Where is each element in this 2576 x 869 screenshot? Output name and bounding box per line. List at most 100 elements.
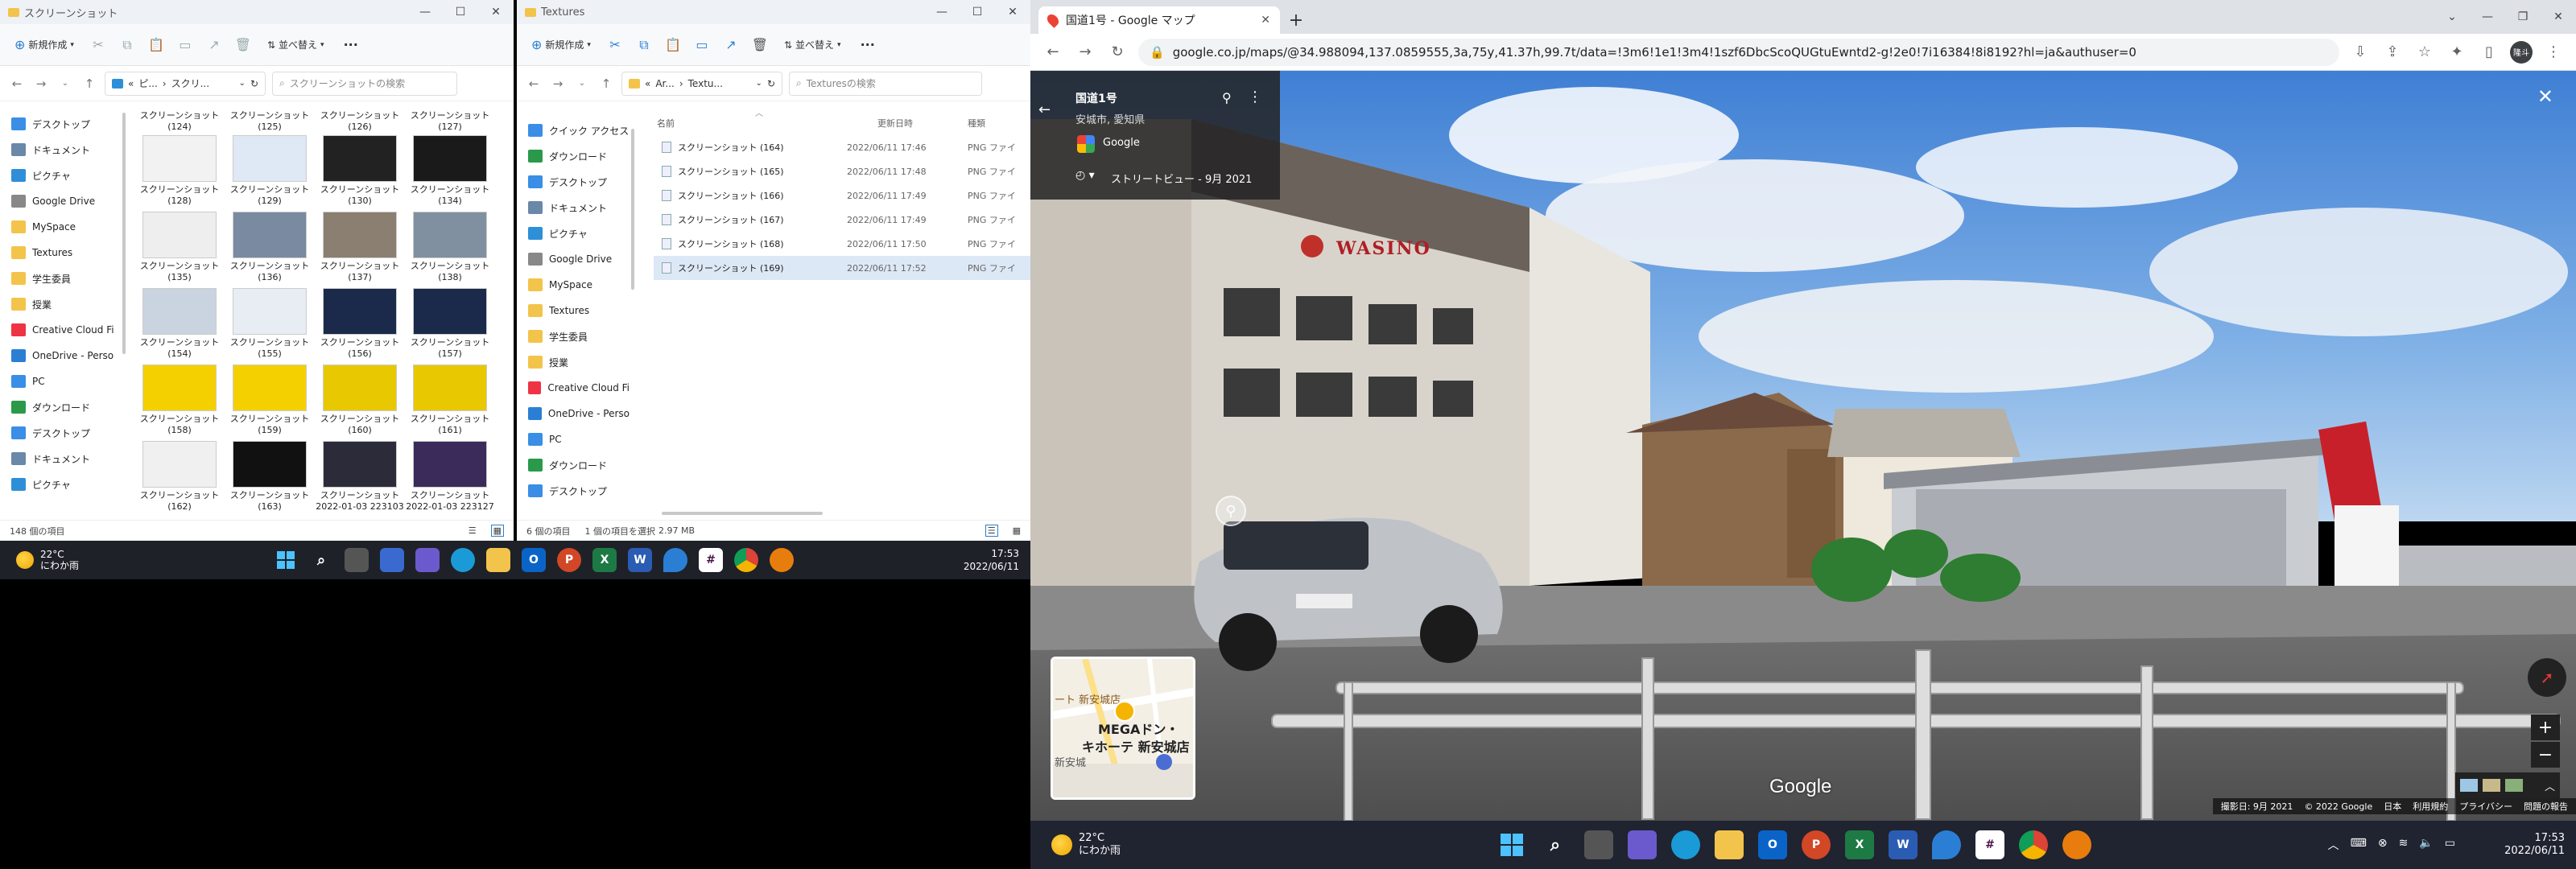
slack-icon[interactable]: # — [1975, 830, 2004, 859]
chevron-down-icon[interactable]: ⌄ — [573, 79, 591, 88]
maximize-button[interactable]: ☐ — [443, 0, 478, 24]
chevron-down-icon[interactable]: ⌄ — [56, 79, 74, 88]
share-icon[interactable]: ↗ — [720, 34, 742, 56]
weather-widget[interactable]: 22°C にわか雨 — [1051, 832, 1121, 858]
excel-icon[interactable]: X — [592, 548, 617, 572]
maps-pin-icon[interactable] — [663, 548, 687, 572]
nav-item[interactable]: ドキュメント — [0, 137, 121, 163]
nav-item[interactable]: デスクトップ — [0, 111, 121, 137]
omnibox[interactable]: 🔒 google.co.jp/maps/@34.988094,137.08595… — [1138, 38, 2339, 66]
layer-thumb-icon[interactable] — [2483, 779, 2500, 792]
thumbnail-item[interactable]: スクリーンショット (158) — [135, 364, 224, 436]
profile-avatar[interactable]: 隆斗 — [2510, 40, 2533, 64]
menu-kebab-icon[interactable]: ⋮ — [2542, 43, 2565, 60]
share-icon[interactable]: ⇪ — [2381, 43, 2404, 60]
extensions-icon[interactable]: ✦ — [2446, 43, 2468, 60]
cut-icon[interactable]: ✂ — [604, 34, 626, 56]
zoom-out-button[interactable]: − — [2531, 742, 2560, 768]
start-icon[interactable] — [274, 548, 298, 572]
task-view-icon[interactable] — [345, 548, 369, 572]
rename-icon[interactable]: ▭ — [691, 34, 713, 56]
thumbnail-item[interactable]: スクリーンショット (157) — [406, 288, 494, 360]
refresh-icon[interactable]: ↻ — [767, 78, 775, 89]
thumbnail-item[interactable]: スクリーンショット (134) — [406, 135, 494, 207]
word-icon[interactable]: W — [628, 548, 652, 572]
back-arrow-icon[interactable]: ← — [8, 76, 26, 91]
nav-scrollbar[interactable] — [122, 113, 126, 354]
blender-icon[interactable] — [770, 548, 794, 572]
rename-icon[interactable]: ▭ — [174, 34, 196, 56]
more-button[interactable]: ··· — [337, 32, 365, 57]
task-view-icon[interactable] — [1584, 830, 1613, 859]
up-arrow-icon[interactable]: ↑ — [597, 76, 615, 91]
nav-item[interactable]: Google Drive — [517, 246, 630, 272]
thumbnail-item[interactable]: スクリーンショット (163) — [225, 441, 314, 513]
file-row[interactable]: スクリーンショット (166) 2022/06/11 17:49 PNG ファイ — [654, 183, 1030, 208]
details-view-icon[interactable]: ☰ — [469, 525, 477, 536]
breadcrumb-item[interactable]: スクリ... — [171, 76, 209, 90]
nav-item[interactable]: Textures — [0, 240, 121, 266]
outlook-icon[interactable]: O — [522, 548, 546, 572]
nav-item[interactable]: ダウンロード — [0, 394, 121, 420]
layer-thumb-icon[interactable] — [2460, 779, 2478, 792]
nav-item[interactable]: ピクチャ — [0, 472, 121, 497]
thumbnail-item[interactable]: スクリーンショット 2022-01-03 223103 — [316, 441, 404, 513]
sort-button[interactable]: ⇅ 並べ替え ▾ — [261, 33, 331, 56]
restore-button[interactable]: ❐ — [2505, 5, 2541, 29]
pin-icon[interactable]: ⚲ — [1222, 90, 1232, 105]
clock[interactable]: 17:53 2022/06/11 — [964, 547, 1019, 573]
close-circle-icon[interactable]: ⊗ — [2378, 837, 2388, 853]
chevron-down-icon[interactable]: ⌄ — [239, 79, 246, 88]
thumbnail-caption[interactable]: スクリーンショット (126) — [316, 108, 404, 133]
thumbnail-view-icon[interactable]: ▦ — [490, 525, 504, 537]
nav-item[interactable]: ダウンロード — [517, 452, 630, 478]
region-link[interactable]: 日本 — [2384, 800, 2401, 813]
nav-scrollbar[interactable] — [631, 129, 634, 290]
thumbnail-item[interactable]: スクリーンショット (135) — [135, 212, 224, 283]
expand-icon[interactable]: ︿ — [2545, 778, 2555, 793]
widgets-icon[interactable] — [380, 548, 404, 572]
clock[interactable]: 17:53 2022/06/11 — [2504, 832, 2565, 858]
file-row[interactable]: スクリーンショット (168) 2022/06/11 17:50 PNG ファイ — [654, 232, 1030, 256]
nav-item[interactable]: PC — [517, 426, 630, 452]
nav-item[interactable]: Creative Cloud Fi — [0, 317, 121, 343]
file-row[interactable]: スクリーンショット (164) 2022/06/11 17:46 PNG ファイ — [654, 135, 1030, 159]
thumbnail-caption[interactable]: スクリーンショット (127) — [406, 108, 494, 133]
edge-icon[interactable] — [451, 548, 475, 572]
blender-icon[interactable] — [2062, 830, 2091, 859]
nav-item[interactable]: PC — [0, 369, 121, 394]
compass-icon[interactable]: ➚ — [2528, 658, 2566, 697]
layers-strip[interactable]: ︿ — [2455, 772, 2560, 798]
path-box[interactable]: « ピ... › スクリ... ⌄ ↻ — [105, 71, 266, 96]
thumbnail-item[interactable]: スクリーンショット (161) — [406, 364, 494, 436]
install-icon[interactable]: ⇩ — [2349, 43, 2372, 60]
thumbnail-item[interactable]: スクリーンショット (136) — [225, 212, 314, 283]
thumbnail-item[interactable]: スクリーンショット (160) — [316, 364, 404, 436]
thumbnail-item[interactable]: スクリーンショット 2022-01-03 223127 — [406, 441, 494, 513]
nav-item[interactable]: 授業 — [0, 291, 121, 317]
minimap[interactable]: ート 新安城店 MEGAドン・ キホーテ 新安城店 新安城 — [1051, 657, 1195, 800]
delete-icon[interactable]: 🗑 — [749, 34, 771, 56]
paste-icon[interactable]: 📋 — [145, 34, 167, 56]
side-panel-icon[interactable]: ▯ — [2478, 43, 2500, 60]
nav-item[interactable]: 学生委員 — [517, 323, 630, 349]
nav-item[interactable]: クイック アクセス — [517, 117, 630, 143]
thumbnail-item[interactable]: スクリーンショット (130) — [316, 135, 404, 207]
outlook-icon[interactable]: O — [1758, 830, 1787, 859]
copy-icon[interactable]: ⧉ — [116, 34, 138, 56]
nav-item[interactable]: Google Drive — [0, 188, 121, 214]
chrome-icon[interactable] — [2019, 830, 2048, 859]
thumbnail-item[interactable]: スクリーンショット (159) — [225, 364, 314, 436]
thumbnail-view-icon[interactable]: ▦ — [1013, 525, 1021, 536]
nav-item[interactable]: デスクトップ — [0, 420, 121, 446]
search-icon[interactable]: ⌕ — [309, 548, 333, 572]
nav-item[interactable]: ピクチャ — [0, 163, 121, 188]
powerpoint-icon[interactable]: P — [557, 548, 581, 572]
thumbnail-caption[interactable]: スクリーンショット (124) — [135, 108, 224, 133]
excel-icon[interactable]: X — [1845, 830, 1874, 859]
location-marker-icon[interactable]: ⚲ — [1216, 496, 1246, 526]
search-box[interactable]: ⌕ スクリーンショットの検索 — [272, 71, 457, 96]
nav-item[interactable]: ドキュメント — [517, 195, 630, 220]
minimize-button[interactable]: — — [407, 0, 443, 24]
close-button[interactable]: ✕ — [478, 0, 514, 24]
